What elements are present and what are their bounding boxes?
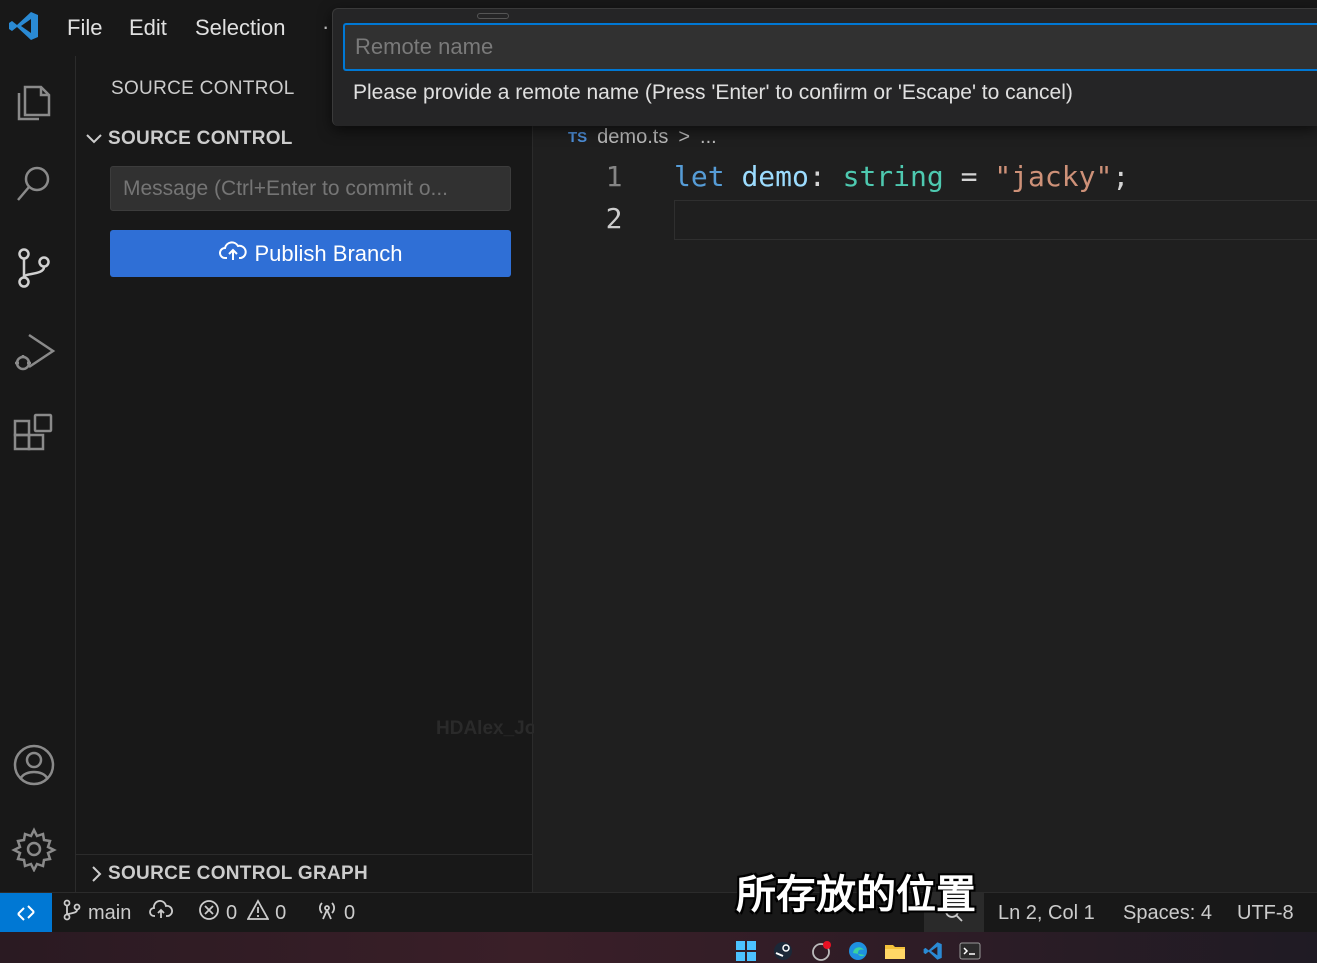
extensions-icon[interactable] (10, 412, 58, 460)
branch-name: main (88, 901, 132, 924)
breadcrumb-file[interactable]: demo.ts (597, 126, 668, 149)
breadcrumb: TS demo.ts > ... (568, 126, 717, 149)
typescript-file-icon: TS (568, 129, 588, 146)
cloud-upload-icon (148, 899, 174, 927)
menu-selection[interactable]: Selection (195, 0, 286, 56)
ports-status[interactable]: 0 (316, 893, 355, 933)
line-number: 1 (605, 160, 623, 193)
quick-input-hint: Please provide a remote name (Press 'Ent… (353, 81, 1073, 104)
branch-status[interactable]: main (62, 893, 131, 933)
chevron-right-icon (76, 864, 108, 884)
editor-area: TS demo.ts > ... 1 let demo: string = "j… (534, 56, 1317, 892)
menu-file[interactable]: File (67, 0, 102, 56)
sidebar-title: SOURCE CONTROL (111, 78, 295, 99)
accounts-icon[interactable] (10, 741, 58, 789)
error-icon (198, 899, 220, 927)
problems-status[interactable]: 0 0 (198, 893, 286, 933)
os-taskbar (0, 932, 1317, 963)
remote-icon (17, 905, 35, 921)
source-control-graph-header[interactable]: SOURCE CONTROL GRAPH (76, 854, 532, 892)
edge-browser-icon[interactable] (847, 940, 869, 962)
code-line[interactable]: 2 (534, 202, 1317, 244)
menu-edit[interactable]: Edit (129, 0, 167, 56)
app-notification-icon[interactable] (810, 940, 832, 962)
branch-icon (62, 899, 82, 927)
search-icon[interactable] (10, 160, 58, 208)
vscode-taskbar-icon[interactable] (922, 940, 944, 962)
code-line[interactable]: 1 let demo: string = "jacky"; (534, 160, 1317, 202)
manage-gear-icon[interactable] (10, 825, 58, 873)
video-subtitle: 所存放的位置 (736, 872, 976, 918)
line-number: 2 (605, 202, 623, 235)
source-control-sidebar: SOURCE CONTROL SOURCE CONTROL Publish Br… (76, 56, 560, 892)
section-label: SOURCE CONTROL (108, 128, 293, 149)
ports-count: 0 (344, 901, 356, 924)
vscode-logo-icon (8, 10, 40, 42)
vscode-window: File Edit Selection · SOURCE CONTROL SOU… (0, 0, 1317, 963)
terminal-icon[interactable] (959, 940, 981, 962)
publish-cloud-status[interactable] (148, 893, 174, 933)
breadcrumb-more[interactable]: ... (700, 126, 717, 149)
chevron-down-icon (76, 129, 108, 149)
windows-start-icon[interactable] (735, 940, 757, 962)
commit-message-input[interactable] (110, 166, 511, 211)
error-count: 0 (226, 901, 238, 924)
quick-input-drag-handle[interactable] (477, 13, 509, 19)
graph-label: SOURCE CONTROL GRAPH (108, 862, 369, 884)
code-text: let demo: string = "jacky"; (674, 160, 1130, 193)
explorer-icon[interactable] (10, 76, 58, 124)
source-control-icon[interactable] (10, 244, 58, 292)
cloud-upload-icon (218, 239, 247, 269)
publish-branch-label: Publish Branch (254, 240, 403, 266)
remote-indicator-button[interactable] (0, 893, 52, 933)
run-debug-icon[interactable] (10, 328, 58, 376)
warning-count: 0 (275, 901, 287, 924)
activity-bar (0, 56, 76, 892)
cursor-position[interactable]: Ln 2, Col 1 (998, 893, 1095, 933)
source-control-section-header[interactable]: SOURCE CONTROL (76, 122, 532, 156)
publish-branch-button[interactable]: Publish Branch (110, 230, 511, 277)
encoding-status[interactable]: UTF-8 (1237, 893, 1294, 933)
broadcast-icon (316, 899, 338, 927)
remote-name-input[interactable] (343, 23, 1317, 71)
file-explorer-icon[interactable] (884, 940, 906, 962)
steam-icon[interactable] (772, 940, 794, 962)
menu-more[interactable]: · (322, 14, 329, 40)
quick-input-widget: Please provide a remote name (Press 'Ent… (332, 8, 1317, 126)
warning-icon (246, 899, 270, 927)
breadcrumb-separator-icon: > (678, 126, 691, 148)
indentation-status[interactable]: Spaces: 4 (1123, 893, 1212, 933)
status-bar: main 0 0 0 Ln 2, Col 1 Spaces: 4 UTF-8 (0, 892, 1317, 933)
